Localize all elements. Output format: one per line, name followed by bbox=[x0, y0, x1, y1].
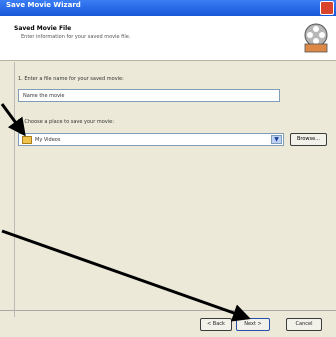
footer-divider bbox=[0, 310, 336, 311]
cancel-button[interactable]: Cancel bbox=[286, 318, 322, 331]
filename-label: 1. Enter a file name for your saved movi… bbox=[18, 76, 124, 82]
folder-icon bbox=[22, 136, 32, 144]
close-icon[interactable] bbox=[320, 1, 334, 15]
title-bar: Save Movie Wizard bbox=[0, 0, 336, 16]
save-location-dropdown[interactable]: My Videos ▼ bbox=[18, 133, 284, 146]
back-button[interactable]: < Back bbox=[200, 318, 232, 331]
header-subtitle: Enter information for your saved movie f… bbox=[21, 34, 131, 40]
save-location-label: 2. Choose a place to save your movie: bbox=[18, 119, 114, 125]
film-reel-icon bbox=[304, 23, 328, 53]
window-title: Save Movie Wizard bbox=[6, 1, 81, 9]
chevron-down-icon[interactable]: ▼ bbox=[271, 135, 282, 144]
save-location-value: My Videos bbox=[35, 137, 61, 143]
header-title: Saved Movie File bbox=[14, 25, 72, 32]
browse-button[interactable]: Browse... bbox=[290, 133, 327, 146]
filename-input[interactable]: Name the movie bbox=[18, 89, 280, 102]
next-button[interactable]: Next > bbox=[236, 318, 270, 331]
wizard-header: Saved Movie File Enter information for y… bbox=[0, 16, 336, 61]
save-movie-wizard-window: Save Movie Wizard Saved Movie File Enter… bbox=[0, 0, 336, 337]
